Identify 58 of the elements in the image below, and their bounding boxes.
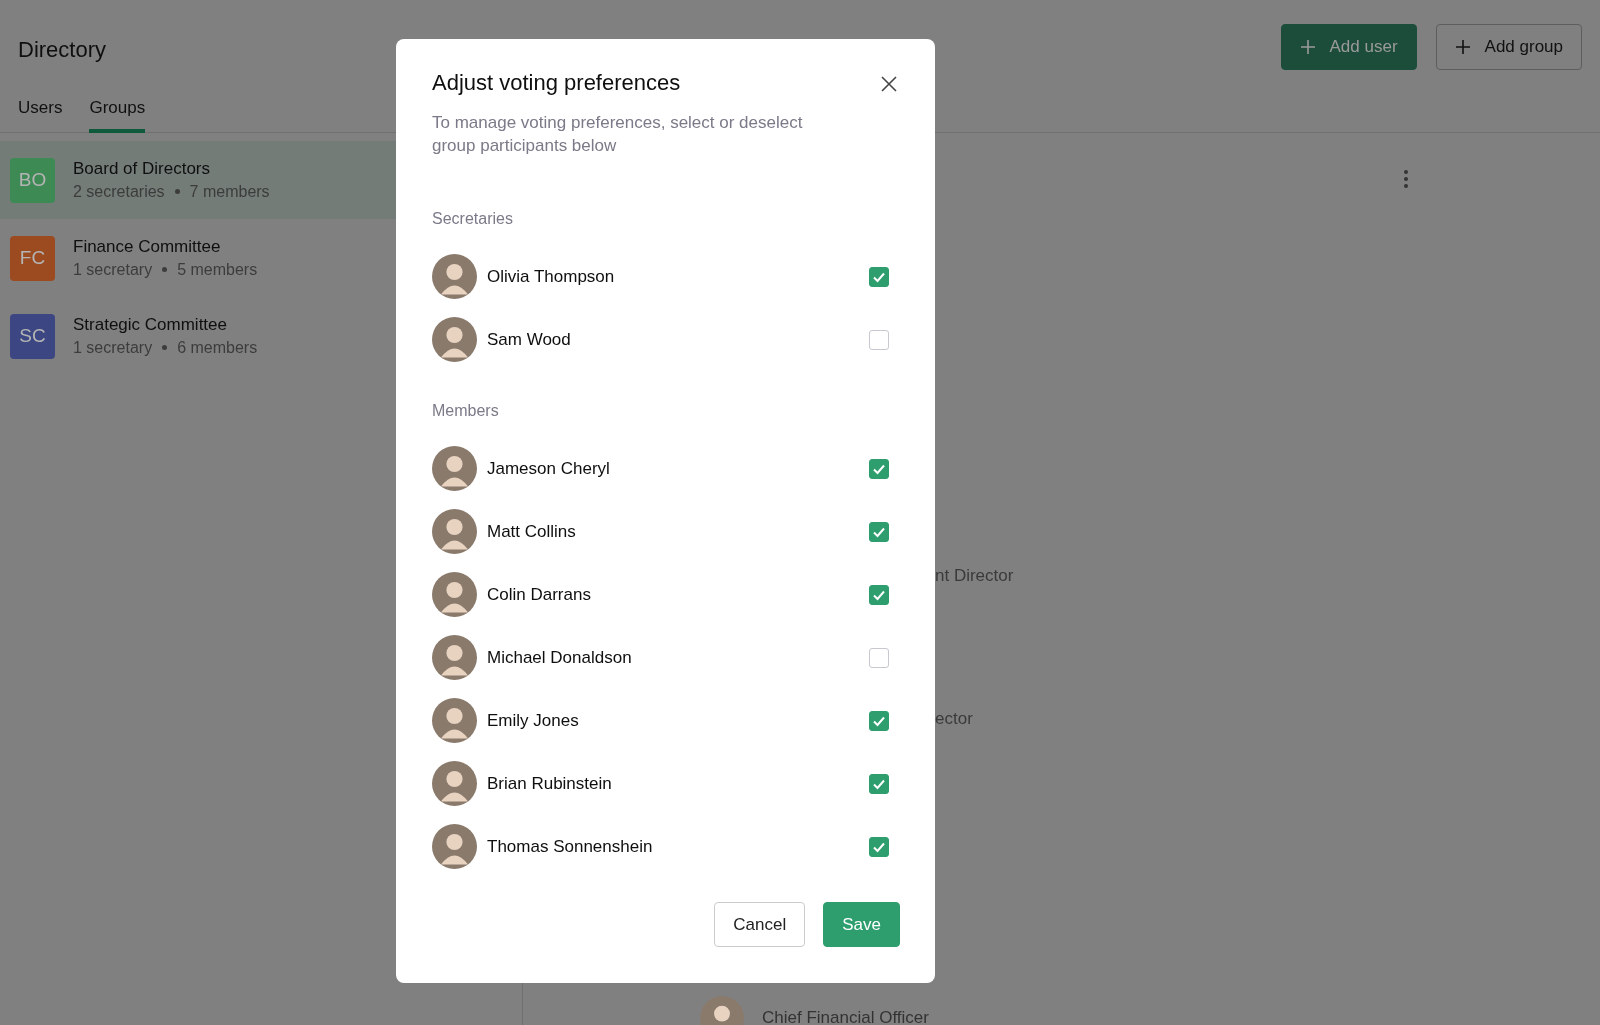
- person-name: Sam Wood: [487, 328, 572, 351]
- checkbox[interactable]: [869, 266, 889, 287]
- person-name: Michael Donaldson: [487, 646, 633, 669]
- tab[interactable]: Groups: [89, 95, 146, 133]
- group-avatar: BO: [10, 157, 55, 203]
- section-label: Members: [432, 401, 500, 421]
- checkbox[interactable]: [869, 584, 889, 605]
- checkbox[interactable]: [869, 647, 889, 668]
- person-name: Olivia Thompson: [487, 265, 616, 288]
- member-count: 7 members: [189, 181, 270, 202]
- member-count: 5 members: [177, 259, 258, 280]
- avatar: [432, 761, 477, 806]
- group-name: Board of Directors: [73, 157, 211, 180]
- person-title: Chief Financial Officer: [762, 1007, 929, 1025]
- avatar: [432, 446, 477, 491]
- checkbox[interactable]: [869, 710, 889, 731]
- job-title: ector: [935, 708, 974, 730]
- person-name: Brian Rubinstein: [487, 772, 613, 795]
- person-name: Thomas Sonnenshein: [487, 835, 654, 858]
- avatar: [432, 509, 477, 554]
- person-name: Colin Darrans: [487, 583, 592, 606]
- close-icon: [881, 75, 897, 92]
- avatar: [432, 698, 477, 743]
- group-name: Strategic Committee: [73, 313, 228, 336]
- group-name: Finance Committee: [73, 235, 222, 258]
- group-avatar: SC: [10, 313, 55, 359]
- separator-dot: [174, 189, 180, 194]
- person-name: Matt Collins: [487, 520, 577, 543]
- tab[interactable]: Users: [18, 95, 63, 133]
- secretary-count: 2 secretaries: [73, 181, 165, 202]
- add-user-button[interactable]: Add user: [1280, 24, 1417, 70]
- dialog-title: Adjust voting preferences: [432, 69, 681, 97]
- separator-dot: [162, 267, 168, 272]
- avatar: [432, 254, 477, 299]
- separator-dot: [162, 345, 168, 350]
- person-name: Jameson Cheryl: [487, 457, 611, 480]
- checkbox[interactable]: [869, 521, 889, 542]
- save-button[interactable]: Save: [823, 902, 900, 947]
- checkbox[interactable]: [869, 329, 889, 350]
- checkbox[interactable]: [869, 836, 889, 857]
- avatar: [432, 572, 477, 617]
- group-avatar: FC: [10, 235, 55, 281]
- add-group-button[interactable]: Add group: [1435, 24, 1582, 70]
- member-count: 6 members: [177, 337, 258, 358]
- person-name: Emily Jones: [487, 709, 580, 732]
- plus-icon: [1299, 39, 1316, 55]
- checkbox[interactable]: [869, 773, 889, 794]
- plus-icon: [1454, 39, 1471, 55]
- secretary-count: 1 secretary: [73, 259, 153, 280]
- avatar: [432, 635, 477, 680]
- checkbox[interactable]: [869, 458, 889, 479]
- cancel-button[interactable]: Cancel: [714, 902, 806, 947]
- job-title: nt Director: [935, 565, 1015, 587]
- more-icon[interactable]: [1403, 169, 1409, 189]
- page-title: Directory: [18, 36, 106, 64]
- avatar: [432, 824, 477, 869]
- avatar: [432, 317, 477, 362]
- secretary-count: 1 secretary: [73, 337, 153, 358]
